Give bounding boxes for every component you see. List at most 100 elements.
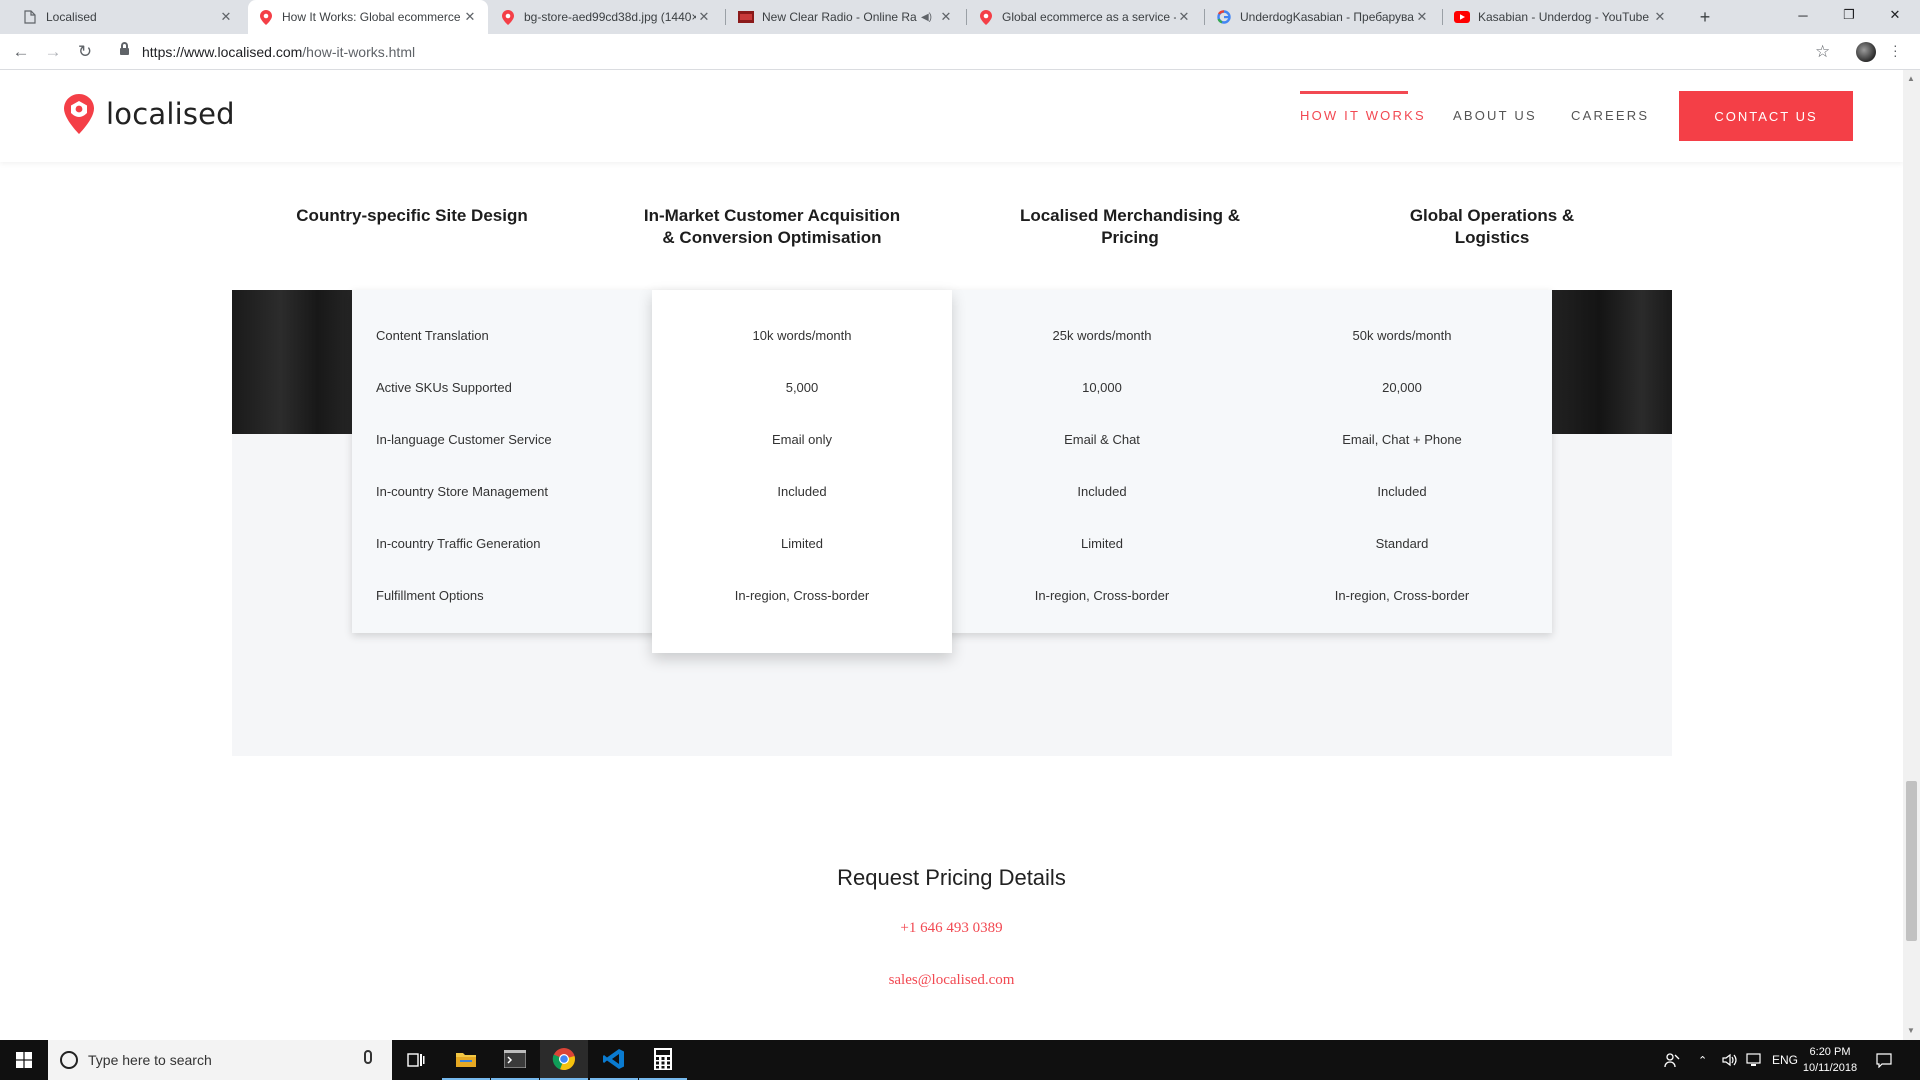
- plan-value: Included: [1077, 484, 1127, 499]
- system-clock[interactable]: 6:20 PM 10/11/2018: [1800, 1044, 1860, 1076]
- plan-value: Limited: [1081, 536, 1123, 551]
- plan-value: 5,000: [785, 380, 819, 395]
- browser-tab-active[interactable]: How It Works: Global ecommerce ✕: [248, 0, 488, 34]
- column-title: Global Operations & Logistics: [1409, 206, 1575, 247]
- plan-value: 10k words/month: [752, 328, 852, 343]
- bookmark-star-icon[interactable]: ☆: [1815, 41, 1830, 63]
- column-title: Localised Merchandising & Pricing: [1019, 206, 1241, 247]
- menu-kebab-icon[interactable]: · · ·: [1893, 38, 1898, 62]
- action-center-icon[interactable]: [1876, 1040, 1892, 1080]
- plan-value: In-region, Cross-border: [1334, 588, 1470, 603]
- close-icon[interactable]: ✕: [1176, 9, 1192, 25]
- close-icon[interactable]: ✕: [938, 9, 954, 25]
- phone-link[interactable]: +1 646 493 0389: [0, 920, 1903, 937]
- plan-value: Included: [777, 484, 827, 499]
- tab-separator: [725, 9, 726, 25]
- taskbar-search-box[interactable]: Type here to search: [48, 1040, 392, 1080]
- browser-tab[interactable]: bg-store-aed99cd38d.jpg (1440× ✕: [490, 0, 722, 34]
- file-explorer-icon[interactable]: [442, 1040, 490, 1080]
- plan-value: In-region, Cross-border: [1034, 588, 1170, 603]
- background-photo-right: [1551, 290, 1672, 434]
- tab-title: bg-store-aed99cd38d.jpg (1440×: [524, 10, 696, 24]
- close-icon[interactable]: ✕: [696, 9, 712, 25]
- tab-title: UnderdogKasabian - Пребаруван: [1240, 10, 1414, 24]
- nav-careers[interactable]: CAREERS: [1571, 108, 1649, 123]
- browser-tab[interactable]: Kasabian - Underdog - YouTube ✕: [1444, 0, 1678, 34]
- radio-favicon-icon: [738, 9, 754, 25]
- forward-icon[interactable]: →: [42, 41, 64, 63]
- clock-date: 10/11/2018: [1802, 1062, 1858, 1074]
- reload-icon[interactable]: ↻: [74, 41, 96, 63]
- site-header: localised HOW IT WORKS ABOUT US CAREERS …: [0, 70, 1903, 162]
- page-icon: [22, 9, 38, 25]
- google-icon: [1216, 9, 1232, 25]
- language-indicator[interactable]: ENG: [1772, 1040, 1798, 1080]
- plan-value: Email, Chat + Phone: [1342, 432, 1462, 447]
- calculator-icon[interactable]: [639, 1040, 687, 1080]
- localised-pin-icon: [258, 9, 274, 25]
- new-tab-button[interactable]: +: [1694, 6, 1716, 28]
- volume-icon[interactable]: [1722, 1040, 1738, 1080]
- logo-wordmark: localised: [106, 97, 235, 131]
- column-title: In-Market Customer Acquisition & Convers…: [643, 206, 901, 247]
- back-icon[interactable]: ←: [10, 41, 32, 63]
- vscode-icon[interactable]: [590, 1040, 638, 1080]
- windows-start-icon[interactable]: [0, 1040, 48, 1080]
- tab-title: Global ecommerce as a service -: [1002, 10, 1176, 24]
- lock-icon: [120, 42, 129, 56]
- chrome-icon[interactable]: [540, 1040, 588, 1080]
- close-window-icon[interactable]: ✕: [1872, 0, 1918, 30]
- url-path: /how-it-works.html: [302, 44, 416, 60]
- network-icon[interactable]: [1746, 1040, 1764, 1080]
- url-host: https://www.localised.com: [142, 44, 303, 60]
- feature-label: In-language Customer Service: [376, 432, 552, 447]
- tab-title: Kasabian - Underdog - YouTube: [1478, 10, 1650, 24]
- page-scrollbar[interactable]: ▲ ▼: [1903, 70, 1920, 1040]
- plan-value: Email & Chat: [1064, 432, 1140, 447]
- tab-separator: [1442, 9, 1443, 25]
- people-icon[interactable]: [1664, 1040, 1680, 1080]
- nav-how-it-works[interactable]: HOW IT WORKS: [1300, 108, 1426, 123]
- restore-icon[interactable]: ❐: [1826, 0, 1872, 30]
- browser-tab[interactable]: Global ecommerce as a service - ✕: [968, 0, 1202, 34]
- nav-about-us[interactable]: ABOUT US: [1453, 108, 1537, 123]
- plan-value: 50k words/month: [1352, 328, 1452, 343]
- scroll-down-icon[interactable]: ▼: [1907, 1026, 1915, 1035]
- contact-us-button[interactable]: CONTACT US: [1679, 91, 1853, 141]
- browser-tab[interactable]: UnderdogKasabian - Пребаруван ✕: [1206, 0, 1440, 34]
- feature-label: Active SKUs Supported: [376, 380, 512, 395]
- plan-value: Included: [1377, 484, 1427, 499]
- chevron-up-icon[interactable]: ⌃: [1698, 1040, 1707, 1080]
- tab-separator: [1204, 9, 1205, 25]
- microphone-icon[interactable]: [364, 1050, 372, 1064]
- close-icon[interactable]: ✕: [218, 9, 234, 25]
- browser-tab[interactable]: New Clear Radio - Online Ra ◀) ✕: [728, 0, 964, 34]
- close-icon[interactable]: ✕: [1652, 9, 1668, 25]
- youtube-icon: [1454, 9, 1470, 25]
- plan-value: Email only: [772, 432, 832, 447]
- email-link[interactable]: sales@localised.com: [0, 972, 1903, 989]
- plan-value: In-region, Cross-border: [734, 588, 870, 603]
- task-view-icon[interactable]: [392, 1040, 440, 1080]
- browser-toolbar: ← → ↻ https://www.localised.com/how-it-w…: [0, 34, 1920, 70]
- localised-pin-icon: [500, 9, 516, 25]
- close-icon[interactable]: ✕: [1414, 9, 1430, 25]
- feature-label: In-country Traffic Generation: [376, 536, 541, 551]
- plan-value: Limited: [781, 536, 823, 551]
- profile-avatar[interactable]: [1856, 42, 1876, 62]
- scrollbar-thumb[interactable]: [1906, 781, 1917, 941]
- site-logo[interactable]: localised: [64, 94, 235, 134]
- localised-pin-icon: [978, 9, 994, 25]
- address-bar[interactable]: https://www.localised.com/how-it-works.h…: [110, 39, 1775, 65]
- minimize-icon[interactable]: ─: [1780, 0, 1826, 30]
- tab-title: New Clear Radio - Online Ra: [762, 10, 917, 24]
- tab-title: How It Works: Global ecommerce: [282, 10, 461, 24]
- url-text: https://www.localised.com/how-it-works.h…: [142, 44, 415, 60]
- terminal-icon[interactable]: [491, 1040, 539, 1080]
- close-icon[interactable]: ✕: [462, 9, 478, 25]
- feature-label: Fulfillment Options: [376, 588, 484, 603]
- cortana-icon: [60, 1051, 78, 1069]
- browser-tab[interactable]: Localised ✕: [12, 0, 244, 34]
- scroll-up-icon[interactable]: ▲: [1907, 74, 1915, 83]
- speaker-icon[interactable]: ◀): [921, 12, 932, 23]
